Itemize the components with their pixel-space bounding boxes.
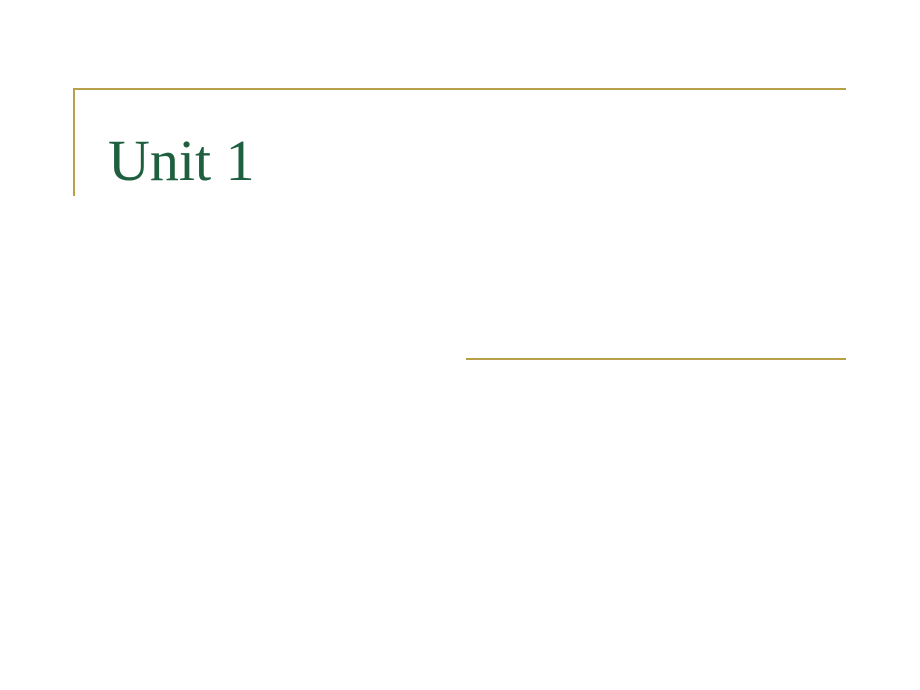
slide-title: Unit 1	[108, 127, 255, 194]
decorative-line-bottom-right	[466, 358, 846, 360]
slide-container: Unit 1	[0, 0, 920, 690]
